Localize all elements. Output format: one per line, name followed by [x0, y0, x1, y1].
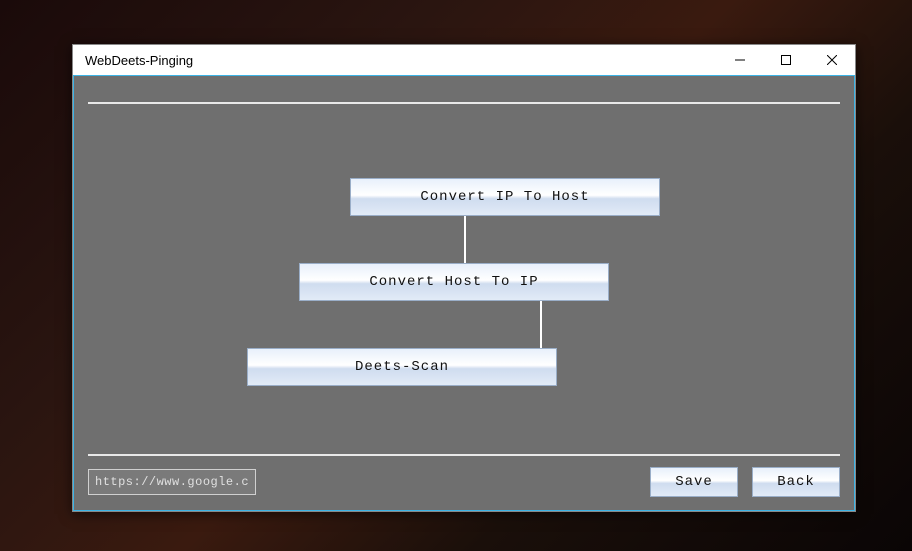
maximize-button[interactable]: [763, 45, 809, 75]
divider-top: [88, 102, 840, 104]
divider-bottom: [88, 454, 840, 456]
app-window: WebDeets-Pinging Convert IP To Host: [72, 44, 856, 512]
bottom-actions: Save Back: [650, 467, 840, 497]
window-controls: [717, 45, 855, 75]
client-area: Convert IP To Host Convert Host To IP De…: [73, 75, 855, 511]
close-button[interactable]: [809, 45, 855, 75]
deets-scan-button[interactable]: Deets-Scan: [247, 348, 557, 386]
close-icon: [827, 53, 837, 68]
main-area: Convert IP To Host Convert Host To IP De…: [74, 136, 854, 430]
maximize-icon: [781, 53, 791, 68]
convert-host-to-ip-button[interactable]: Convert Host To IP: [299, 263, 609, 301]
minimize-icon: [735, 53, 745, 68]
minimize-button[interactable]: [717, 45, 763, 75]
url-input[interactable]: [88, 469, 256, 495]
connector-line: [464, 216, 466, 263]
convert-ip-to-host-button[interactable]: Convert IP To Host: [350, 178, 660, 216]
window-title: WebDeets-Pinging: [85, 53, 193, 68]
connector-line: [540, 301, 542, 348]
back-button[interactable]: Back: [752, 467, 840, 497]
bottom-bar: Save Back: [88, 464, 840, 500]
titlebar: WebDeets-Pinging: [73, 45, 855, 75]
save-button[interactable]: Save: [650, 467, 738, 497]
